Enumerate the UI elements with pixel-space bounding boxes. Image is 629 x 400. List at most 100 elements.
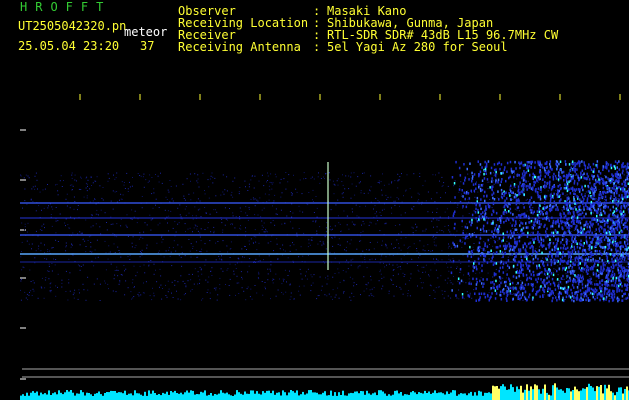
echo-dot [471,251,474,255]
noise-dot [50,289,52,291]
noise-dot [366,249,367,251]
echo-dot [499,183,501,187]
echo-dot [549,165,552,168]
noise-dot [526,198,528,200]
level-bar [40,392,42,400]
noise-dot [273,278,275,280]
noise-dot [161,182,163,184]
echo-dot [541,166,544,169]
echo-dot [605,201,608,205]
noise-dot [299,294,301,296]
noise-dot [41,229,43,231]
echo-dot [512,234,514,238]
echo-dot [593,292,595,296]
noise-dot [150,260,152,261]
echo-dot [620,260,623,263]
noise-dot [571,204,573,206]
noise-dot [354,223,356,225]
echo-dot [494,289,497,292]
noise-dot [379,211,381,213]
noise-dot [447,277,449,279]
echo-dot [493,273,496,277]
noise-dot [433,238,435,240]
noise-dot [229,278,231,280]
noise-dot [441,230,443,231]
echo-dot [483,172,485,176]
noise-dot [446,208,448,210]
echo-dot [505,211,508,214]
noise-dot [296,232,298,234]
echo-dot [586,252,588,256]
echo-dot [492,221,494,225]
noise-dot [263,207,265,209]
noise-dot [136,222,138,224]
noise-dot [274,194,276,196]
level-bar [224,393,226,400]
noise-dot [374,205,376,207]
echo-dot [495,262,498,265]
echo-dot [505,179,507,183]
echo-dot [465,234,468,238]
noise-dot [191,289,193,290]
noise-dot [507,256,509,258]
noise-dot [246,214,248,216]
noise-dot [425,271,426,273]
echo-dot [472,183,475,186]
noise-dot [343,292,344,294]
noise-dot [457,280,459,282]
noise-dot [114,178,116,180]
noise-dot [165,196,167,198]
noise-dot [65,291,67,292]
echo-dot [525,171,528,174]
noise-dot [348,188,350,190]
noise-dot [204,207,206,208]
noise-dot [561,209,563,211]
echo-dot [509,194,511,197]
echo-dot [546,181,549,185]
noise-dot [514,208,516,210]
echo-dot [549,287,551,291]
noise-dot [493,175,495,177]
noise-dot [91,250,93,252]
noise-dot [245,231,247,233]
noise-dot [461,193,463,195]
noise-dot [610,260,612,262]
noise-dot [359,206,361,208]
noise-dot [308,239,310,241]
echo-dot [549,238,551,241]
echo-dot [517,271,519,274]
noise-dot [405,190,407,192]
noise-dot [495,177,497,179]
echo-dot [450,271,453,274]
noise-dot [298,290,300,292]
echo-dot [586,172,588,176]
echo-dot [625,252,627,255]
echo-dot [559,262,561,266]
echo-dot [582,200,584,203]
echo-dot [514,293,516,296]
echo-dot [572,218,575,222]
echo-dot [549,269,551,272]
noise-dot [352,258,354,260]
noise-dot [436,208,438,210]
noise-dot [91,215,93,216]
echo-dot [608,261,610,265]
echo-dot [494,240,496,244]
echo-dot [606,287,608,291]
echo-dot [509,160,512,164]
noise-dot [161,298,163,300]
noise-dot [47,207,49,209]
noise-dot [93,283,95,285]
noise-dot [115,177,117,179]
noise-dot [232,212,234,214]
noise-dot [197,283,199,285]
noise-dot [428,275,430,277]
noise-dot [141,249,143,251]
noise-dot [90,226,92,228]
echo-dot [626,175,629,178]
noise-dot [473,211,475,213]
noise-dot [377,241,378,243]
echo-dot [479,203,481,207]
noise-dot [406,263,408,265]
echo-dot [596,296,599,299]
